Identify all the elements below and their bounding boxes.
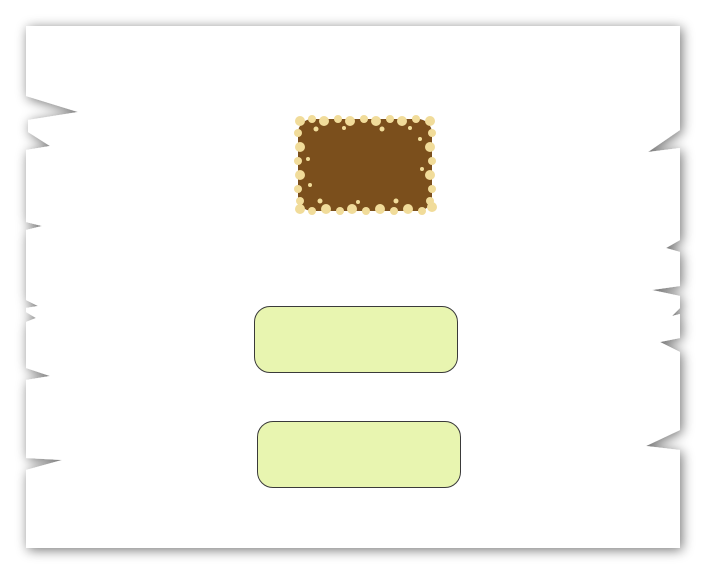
menu-button-2[interactable] xyxy=(257,421,461,488)
game-screen xyxy=(0,0,706,574)
menu-button-1[interactable] xyxy=(254,306,458,373)
cookie-board-icon xyxy=(294,115,437,215)
